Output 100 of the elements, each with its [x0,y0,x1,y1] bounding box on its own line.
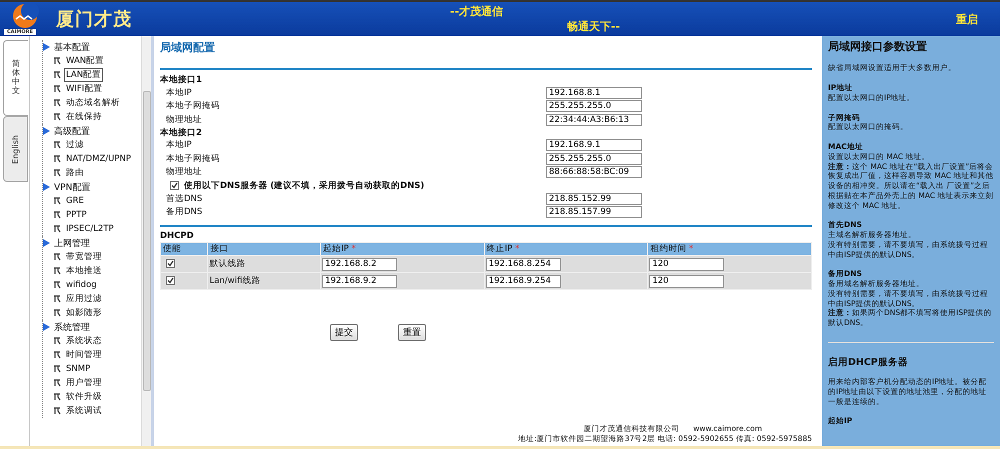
input-field[interactable]: 192.168.8.2 [322,258,398,270]
field-label: 本地IP [166,139,193,152]
page-icon [53,211,61,219]
slogan: --才茂通信 [450,4,504,19]
field-label: 本地子网掩码 [166,100,221,112]
expand-triangle-icon[interactable] [43,127,50,135]
input-field[interactable]: 192.168.9.254 [486,274,561,288]
page-icon [53,169,61,177]
field-label: 物理地址 [166,114,203,126]
section-heading: 本地接口1 [160,74,203,86]
checkbox[interactable] [170,181,179,190]
table-cell: 默认线路 [208,256,320,272]
input-field[interactable]: 218.85.152.99 [546,192,642,205]
column-header: 终止IP * [484,243,648,255]
nav-item[interactable]: 本地推送 [64,264,104,278]
nav-item[interactable]: 带宽管理 [64,250,104,264]
column-header: 接口 [208,243,320,255]
nav-group[interactable]: 高级配置 [54,124,90,138]
nav-item[interactable]: PPTP [64,209,89,221]
nav-item[interactable]: LAN配置 [64,68,104,82]
help-title: 启用DHCP服务器 [828,356,909,370]
checkbox[interactable] [166,276,175,284]
page-icon [53,365,61,373]
nav-item[interactable]: NAT/DMZ/UPNP [64,153,133,165]
nav-item[interactable]: 过滤 [64,138,86,152]
nav-group[interactable]: 上网管理 [54,236,90,250]
input-field[interactable]: 88:66:88:58:BC:09 [546,166,642,178]
input-field[interactable]: 192.168.8.1 [546,86,642,99]
page-icon [53,267,61,275]
nav-item[interactable]: WAN配置 [64,54,106,68]
nav-item[interactable]: 系统调试 [64,404,104,418]
page-icon [53,309,61,317]
page-icon [53,393,61,401]
expand-triangle-icon[interactable] [43,43,50,51]
input-field[interactable]: 192.168.9.2 [322,274,398,288]
page-icon [53,225,61,233]
input-field[interactable]: 192.168.8.254 [486,258,561,270]
page-icon [53,197,61,205]
expand-triangle-icon[interactable] [43,183,50,191]
expand-triangle-icon[interactable] [43,323,50,331]
expand-triangle-icon[interactable] [43,239,50,247]
input-field[interactable]: 218.85.157.99 [546,206,642,218]
nav-item[interactable]: 动态域名解析 [64,96,122,110]
nav-item[interactable]: 应用过滤 [64,292,104,306]
page-icon [53,141,61,149]
input-field[interactable]: 22:34:44:A3:B6:13 [546,114,642,126]
language-tab[interactable]: English [3,116,28,182]
scrollbar[interactable] [141,36,151,446]
section-heading: 本地接口2 [160,126,203,138]
nav-item[interactable]: 在线保持 [64,110,104,124]
page-icon [53,379,61,387]
page-icon [53,407,61,415]
checkbox[interactable] [166,258,175,268]
page-title: 局域网配置 [160,40,216,56]
nav-item[interactable]: 路由 [64,166,86,180]
form-button[interactable]: 提交 [330,324,358,341]
nav-item[interactable]: 软件升级 [64,390,104,404]
column-header: 使能 [161,243,208,255]
page-icon [53,351,61,359]
help-title: 局域网接口参数设置 [828,40,928,54]
page-icon [53,113,61,121]
column-header: 租约时间 * [648,243,811,255]
page-icon [53,57,61,65]
page-icon [53,71,61,79]
language-tab[interactable]: 简体中文 [3,40,28,116]
page-icon [53,155,61,163]
section-heading: DHCPD [160,231,195,241]
restart-link[interactable]: 重启 [956,12,978,26]
input-field[interactable]: 120 [649,274,724,288]
page-icon [53,85,61,93]
checkbox-label: 使用以下DNS服务器 (建议不填，采用拨号自动获取的DNS) [184,180,424,192]
page-icon [53,337,61,345]
nav-item[interactable]: 时间管理 [64,348,104,362]
nav-item[interactable]: 系统状态 [64,334,104,348]
nav-group[interactable]: 基本配置 [54,40,90,54]
field-label: 首选DNS [166,192,204,205]
nav-group[interactable]: VPN配置 [54,180,90,194]
nav-item[interactable]: 用户管理 [64,376,104,390]
input-field[interactable]: 255.255.255.0 [546,100,642,112]
nav-group[interactable]: 系统管理 [54,320,90,334]
nav-item[interactable]: GRE [64,195,86,207]
field-label: 物理地址 [166,166,203,178]
page-icon [53,281,61,289]
page-icon [53,295,61,303]
input-field[interactable]: 120 [649,258,724,270]
field-label: 本地IP [166,86,193,99]
column-header: 起始IP * [321,243,484,255]
nav-item[interactable]: IPSEC/L2TP [64,223,116,235]
table-cell: Lan/wifi线路 [208,273,320,289]
brand-name: 厦门才茂 [56,8,132,31]
slogan: 畅通天下-- [566,19,620,34]
nav-item[interactable]: WIFI配置 [64,82,104,96]
input-field[interactable]: 255.255.255.0 [546,152,642,165]
nav-item[interactable]: wifidog [64,279,99,291]
form-button[interactable]: 重置 [398,324,426,341]
nav-item[interactable]: SNMP [64,363,92,375]
page-icon [53,99,61,107]
nav-item[interactable]: 如影随形 [64,306,104,320]
input-field[interactable]: 192.168.9.1 [546,139,642,152]
field-label: 本地子网掩码 [166,152,221,165]
